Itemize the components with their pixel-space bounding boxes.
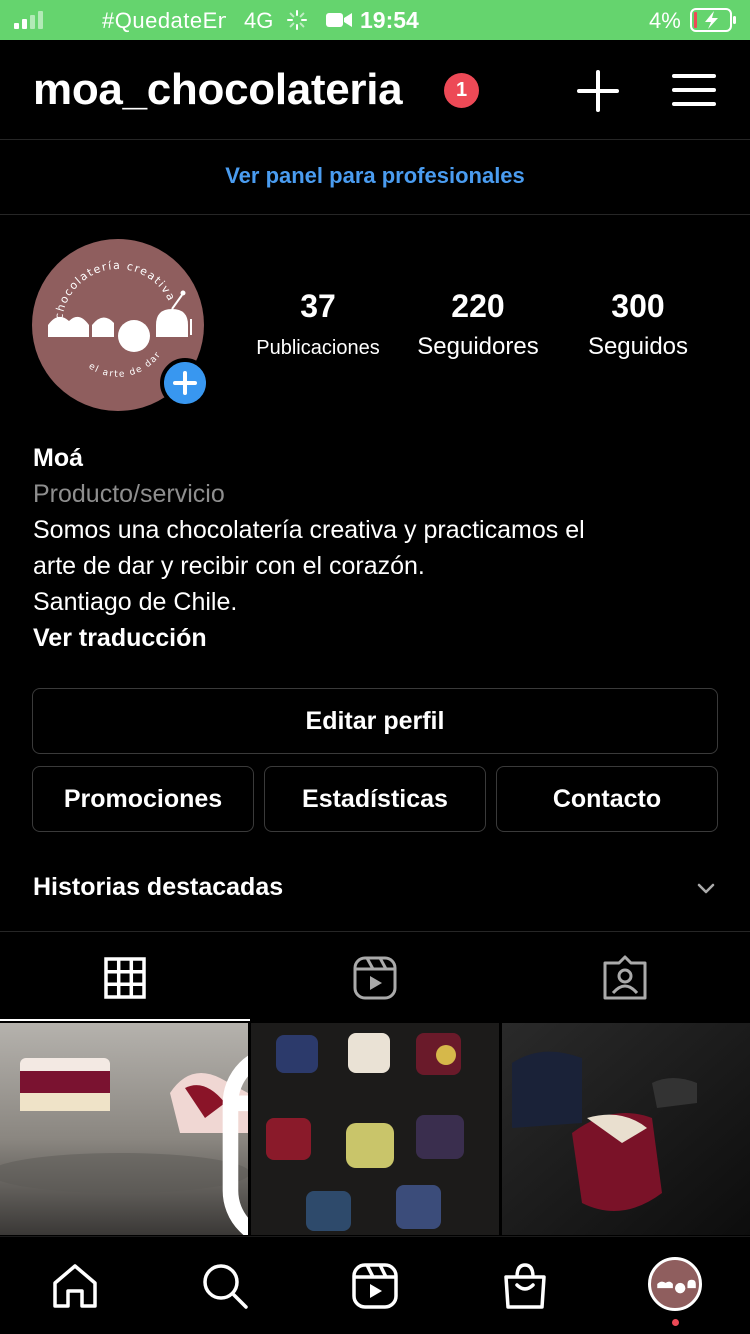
posts-value: 37 — [300, 288, 336, 324]
battery-charging-icon — [690, 8, 736, 32]
followers-label: Seguidores — [417, 333, 539, 360]
status-bar: #QuedateEnCasa 4G 19:54 4% — [0, 0, 750, 40]
home-icon — [53, 1264, 97, 1308]
professional-dashboard-link[interactable]: Ver panel para profesionales — [0, 141, 750, 215]
grid-icon — [104, 957, 146, 999]
chevron-down-icon[interactable] — [693, 878, 719, 898]
see-translation-link[interactable]: Ver traducción — [33, 620, 723, 656]
clock: 19:54 — [360, 7, 419, 33]
nav-home[interactable] — [50, 1261, 100, 1311]
nav-shop[interactable] — [500, 1261, 550, 1311]
posts-label: Publicaciones — [256, 337, 380, 359]
posts-count[interactable]: 37 Publicaciones — [244, 288, 392, 360]
reels-icon — [353, 956, 397, 1000]
nav-reels[interactable] — [350, 1261, 400, 1311]
signal-strength-icon — [14, 11, 43, 29]
following-count[interactable]: 300 Seguidos — [564, 288, 712, 361]
battery-percentage: 4% — [649, 8, 681, 33]
svg-text:el arte de dar: el arte de dar — [87, 350, 164, 380]
username-title[interactable]: moa_chocolateria — [33, 65, 403, 115]
followers-count[interactable]: 220 Seguidores — [404, 288, 552, 361]
search-icon — [203, 1264, 248, 1309]
display-name: Moá — [33, 444, 83, 472]
reels-icon — [352, 1263, 398, 1309]
promotions-button[interactable]: Promociones — [32, 766, 254, 832]
profile-header: moa_chocolateria 1 — [0, 40, 750, 140]
tagged-icon — [603, 955, 647, 1000]
profile-bio: Moá Producto/servicio Somos una chocolat… — [33, 440, 723, 656]
facetime-icon — [326, 13, 352, 27]
profile-category: Producto/servicio — [33, 480, 225, 508]
chocolate-closeup-photo — [502, 1023, 750, 1235]
post-thumbnail[interactable] — [502, 1023, 750, 1235]
hamburger-menu-icon[interactable] — [670, 68, 716, 114]
network-type: 4G — [244, 8, 274, 33]
edit-profile-button[interactable]: Editar perfil — [32, 688, 718, 754]
bio-line: arte de dar y recibir con el corazón. — [33, 552, 425, 580]
followers-value: 220 — [451, 288, 505, 324]
notification-badge[interactable]: 1 — [444, 73, 479, 108]
svg-text:chocolatería creativa: chocolatería creativa — [52, 259, 178, 320]
shop-icon — [504, 1263, 546, 1309]
add-story-icon[interactable] — [160, 358, 210, 408]
reel-badge-icon — [222, 1055, 248, 1235]
activity-spinner-icon — [287, 10, 307, 30]
tab-tagged[interactable] — [500, 933, 750, 1021]
chocolate-assortment-photo — [251, 1023, 499, 1235]
contact-button[interactable]: Contacto — [496, 766, 718, 832]
story-highlights-section[interactable]: Historias destacadas — [0, 850, 750, 932]
activity-dot — [672, 1319, 679, 1326]
tab-grid[interactable] — [0, 933, 250, 1021]
insights-button[interactable]: Estadísticas — [264, 766, 486, 832]
bio-location: Santiago de Chile. — [33, 588, 238, 616]
highlights-label: Historias destacadas — [33, 873, 284, 901]
tab-reels[interactable] — [250, 933, 500, 1021]
following-value: 300 — [611, 288, 665, 324]
bio-line: Somos una chocolatería creativa y practi… — [33, 516, 585, 544]
carrier-name: #QuedateEnCasa — [102, 8, 226, 33]
nav-search[interactable] — [200, 1261, 250, 1311]
post-thumbnail[interactable] — [0, 1023, 248, 1235]
nav-profile-avatar[interactable] — [648, 1257, 702, 1311]
moa-logo-small — [657, 1279, 696, 1294]
following-label: Seguidos — [587, 333, 689, 360]
plus-icon[interactable] — [575, 68, 621, 114]
post-thumbnail[interactable] — [251, 1023, 499, 1235]
bottom-navigation — [0, 1236, 750, 1334]
